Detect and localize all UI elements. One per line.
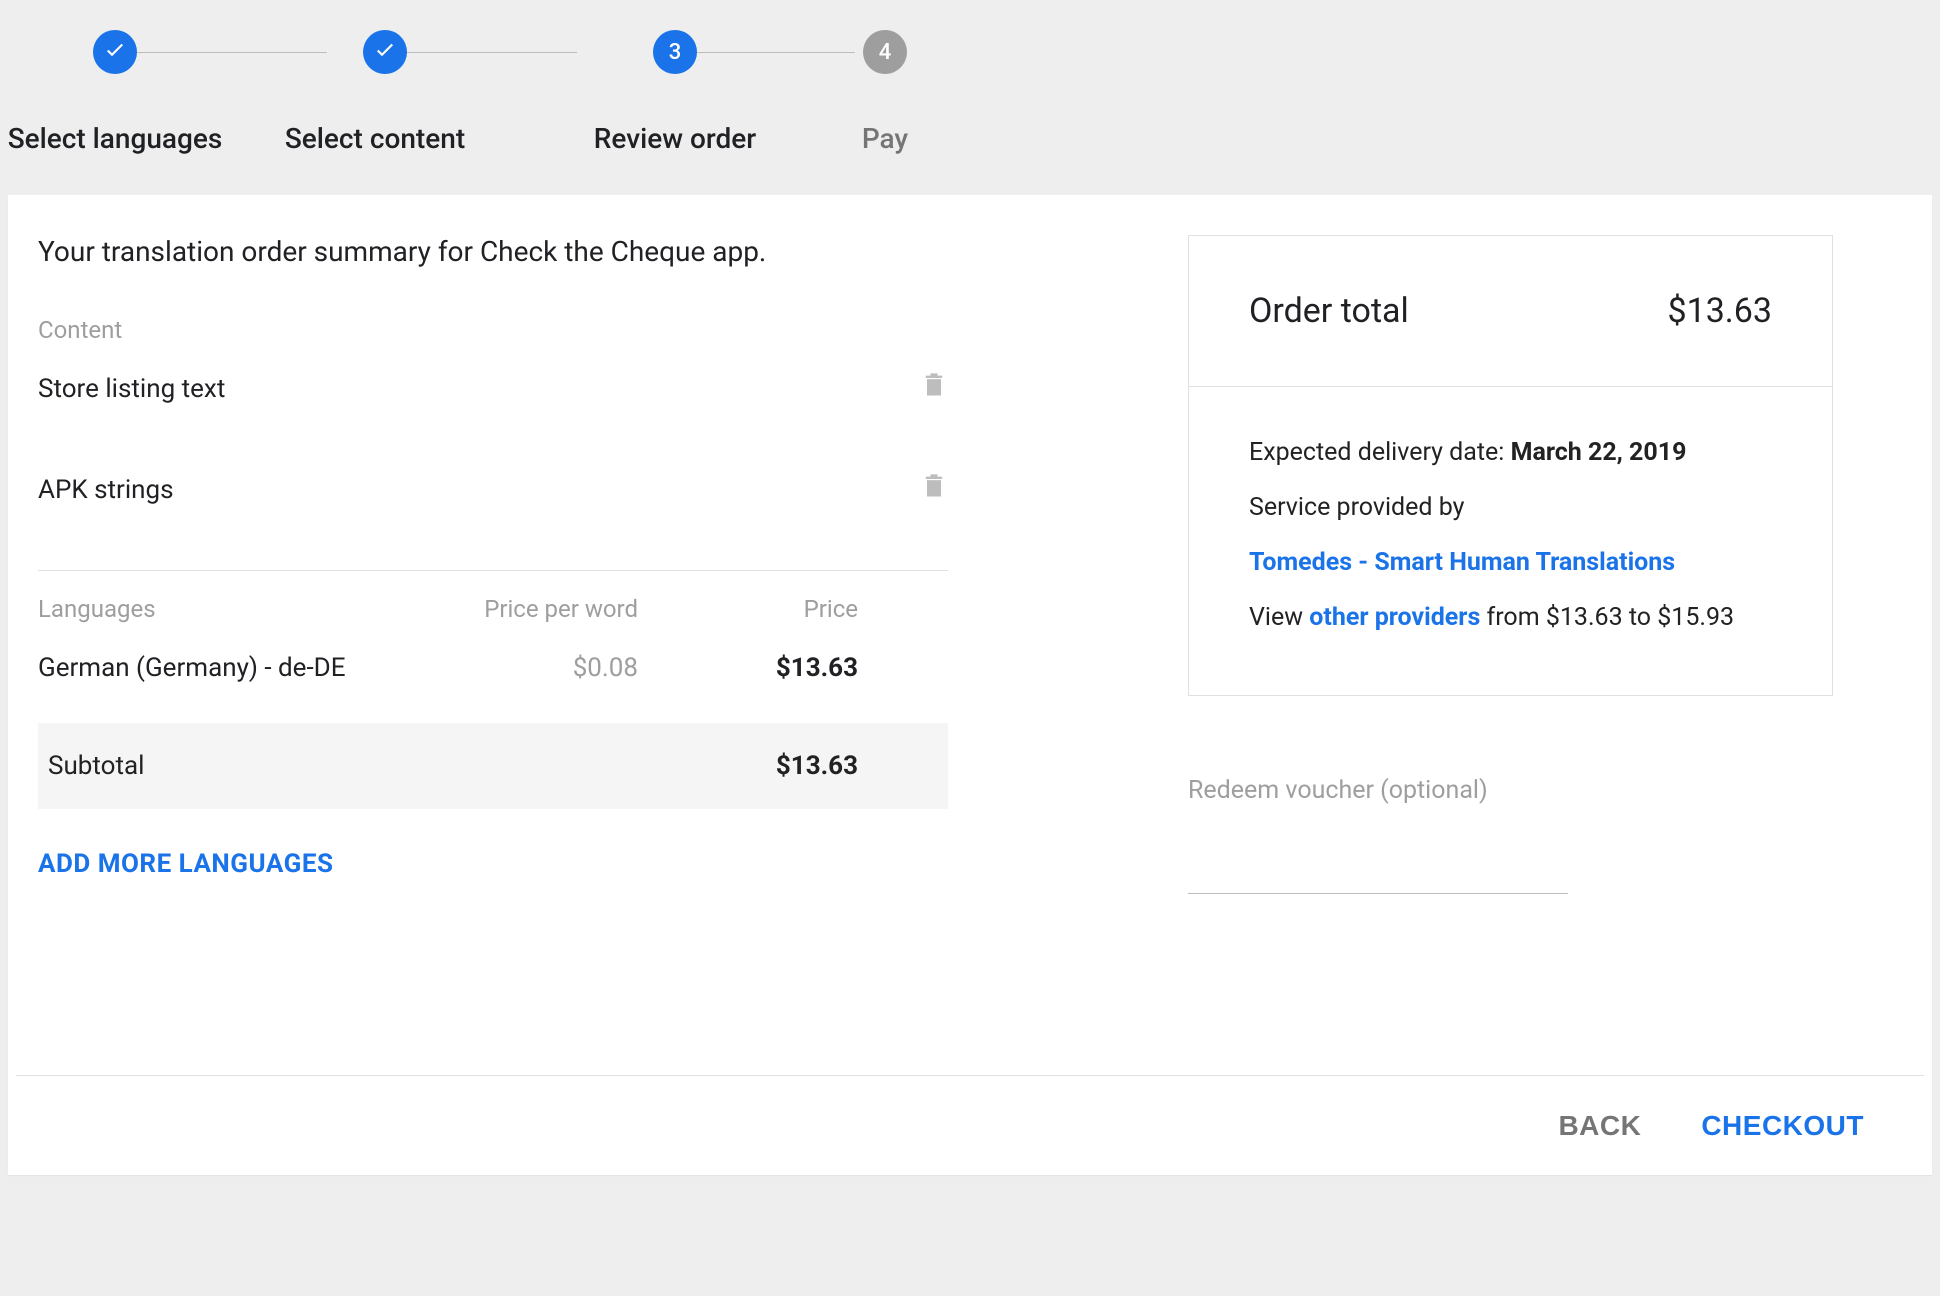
provider-link[interactable]: Tomedes - Smart Human Translations [1249, 535, 1675, 590]
divider [38, 570, 948, 571]
progress-stepper: Select languages Select content 3 Review… [0, 0, 1940, 195]
delete-icon[interactable] [920, 469, 948, 510]
order-total-value: $13.63 [1667, 291, 1772, 331]
step-number-badge: 3 [653, 30, 697, 74]
content-item: Store listing text [38, 368, 948, 409]
col-price-per-word: Price per word [448, 595, 638, 623]
content-subhead: Content [38, 316, 1068, 344]
language-name: German (Germany) - de-DE [38, 653, 448, 683]
other-providers-link[interactable]: other providers [1309, 603, 1480, 632]
voucher-label: Redeem voucher (optional) [1188, 776, 1833, 805]
check-icon [93, 30, 137, 74]
language-ppw: $0.08 [448, 653, 638, 683]
step-select-languages[interactable]: Select languages [5, 30, 225, 155]
summary-heading: Your translation order summary for Check… [38, 235, 1068, 268]
service-provided-by: Service provided by [1249, 480, 1772, 535]
step-select-content[interactable]: Select content [225, 30, 525, 155]
order-total-label: Order total [1249, 291, 1409, 331]
step-number-badge: 4 [863, 30, 907, 74]
order-total-box: Order total $13.63 Expected delivery dat… [1188, 235, 1833, 696]
delete-icon[interactable] [920, 368, 948, 409]
language-price: $13.63 [638, 653, 858, 683]
step-label: Review order [594, 122, 756, 155]
voucher-input[interactable] [1188, 855, 1568, 894]
step-label: Select content [285, 122, 465, 155]
step-pay: 4 Pay [825, 30, 945, 155]
subtotal-row: Subtotal $13.63 [38, 723, 948, 809]
step-review-order[interactable]: 3 Review order [525, 30, 825, 155]
order-card: Your translation order summary for Check… [8, 195, 1932, 1175]
add-more-languages-link[interactable]: Add more languages [38, 849, 333, 879]
content-item-label: APK strings [38, 475, 174, 505]
step-label: Pay [862, 122, 908, 155]
content-item: APK strings [38, 469, 948, 510]
check-icon [363, 30, 407, 74]
col-price: Price [638, 595, 858, 623]
step-label: Select languages [8, 122, 223, 155]
footer-actions: Back Checkout [16, 1075, 1924, 1175]
subtotal-label: Subtotal [38, 751, 448, 781]
checkout-button[interactable]: Checkout [1701, 1110, 1864, 1142]
content-item-label: Store listing text [38, 374, 225, 404]
subtotal-value: $13.63 [638, 751, 858, 781]
languages-table-header: Languages Price per word Price [38, 595, 948, 623]
back-button[interactable]: Back [1558, 1110, 1641, 1142]
expected-delivery: Expected delivery date: March 22, 2019 [1249, 425, 1772, 480]
other-providers-line: View other providers from $13.63 to $15.… [1249, 590, 1772, 645]
col-languages: Languages [38, 595, 448, 623]
language-row: German (Germany) - de-DE $0.08 $13.63 [38, 653, 948, 683]
